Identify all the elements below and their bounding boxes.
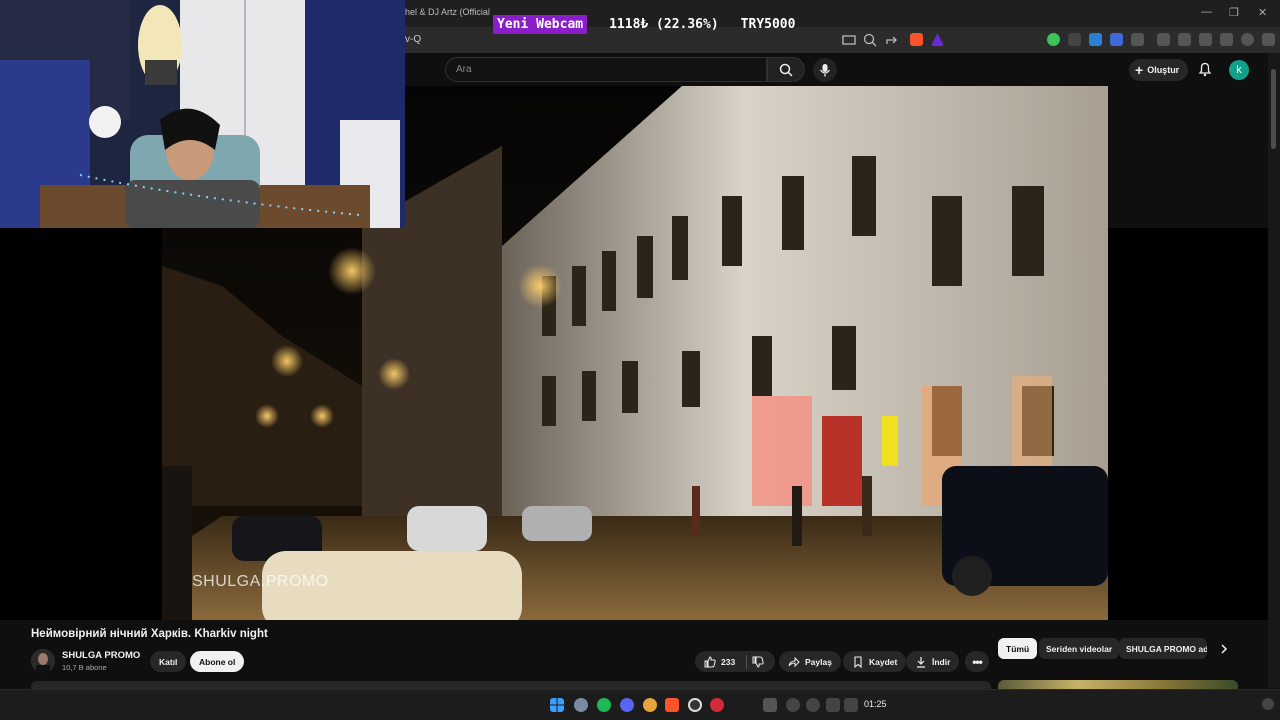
channel-avatar[interactable] [31, 649, 55, 673]
windows-start-icon[interactable] [550, 698, 564, 712]
wallet-icon[interactable] [1199, 33, 1212, 46]
spotify-icon[interactable] [597, 698, 611, 712]
voice-search-button[interactable] [813, 58, 837, 82]
create-label: Oluştur [1147, 65, 1180, 75]
microphone-icon [819, 64, 831, 77]
account-avatar[interactable]: k [1229, 60, 1249, 80]
screen: SHULGA.PROMO hel & DJ Artz (Official — ❐… [0, 0, 1280, 720]
search-button[interactable] [767, 57, 805, 82]
video-title: Неймовірний нічний Харків. Kharkiv night [31, 628, 268, 640]
app-icon[interactable] [710, 698, 724, 712]
search-box[interactable] [445, 57, 767, 82]
share-button[interactable]: Paylaş [779, 651, 841, 672]
subscribe-button[interactable]: Abone ol [190, 651, 245, 672]
like-icon[interactable] [704, 655, 716, 668]
extensions-puzzle-icon[interactable] [1131, 33, 1144, 46]
cast-icon[interactable] [841, 32, 857, 48]
taskbar-clock[interactable]: 01:25 [864, 699, 887, 709]
extension-icon[interactable] [1068, 33, 1081, 46]
overlay-count: 1118₺ (22.36%) [609, 16, 719, 32]
volume-icon[interactable] [844, 698, 858, 712]
download-label: İndir [932, 656, 951, 667]
plus-icon: + [1135, 62, 1144, 78]
download-icon [917, 656, 925, 668]
scrollbar-thumb[interactable] [1271, 69, 1276, 149]
download-button[interactable]: İndir [906, 651, 960, 672]
save-button[interactable]: Kaydet [843, 651, 907, 672]
like-divider [746, 654, 748, 669]
bookmark-icon [854, 655, 862, 668]
channel-name[interactable]: SHULGA PROMO [62, 650, 140, 661]
extension-icon[interactable] [1110, 33, 1123, 46]
save-label: Kaydet [869, 656, 898, 667]
vpn-shield-icon[interactable] [1047, 33, 1060, 46]
discord-icon[interactable] [620, 698, 634, 712]
more-actions-button[interactable]: ••• [965, 651, 989, 672]
address-bar[interactable]: v-Q [405, 34, 421, 45]
description-box[interactable] [31, 681, 991, 689]
zoom-icon[interactable] [862, 32, 878, 48]
windows-taskbar: 01:25 [0, 689, 1280, 720]
share-icon[interactable] [884, 32, 900, 48]
brave-shield-icon[interactable] [910, 33, 923, 46]
overlay-label: Yeni Webcam [493, 14, 588, 34]
create-button[interactable]: + Oluştur [1129, 59, 1189, 81]
maximize-icon[interactable]: ❐ [1229, 6, 1239, 19]
media-icon[interactable] [1157, 33, 1170, 46]
chip-channel[interactable]: SHULGA PROMO adlı [1119, 638, 1207, 659]
brave-vpn-icon[interactable] [1241, 33, 1254, 46]
video-watermark: SHULGA.PROMO [192, 573, 329, 590]
like-count[interactable]: 233 [721, 657, 735, 667]
chip-label: Tümü [1006, 643, 1030, 654]
webcam-feed [0, 0, 405, 228]
stream-overlay: Yeni Webcam 1118₺ (22.36%) TRY5000 [493, 14, 795, 34]
share-label: Paylaş [805, 656, 832, 667]
page-scrollbar[interactable] [1268, 53, 1280, 688]
dislike-icon[interactable] [752, 656, 764, 668]
overlay-goal: TRY5000 [740, 16, 796, 32]
tray-app-icon[interactable] [786, 698, 800, 712]
microphone-tray-icon[interactable] [806, 698, 820, 712]
obs-icon[interactable] [688, 698, 702, 712]
youtube-header: + Oluştur k [405, 53, 1268, 86]
recommended-thumbnail[interactable] [998, 680, 1238, 689]
search-input[interactable] [446, 58, 766, 81]
like-dislike-group: 233 [695, 651, 775, 672]
join-button[interactable]: Katıl [150, 651, 187, 672]
chip-label: Seriden videolar [1046, 643, 1113, 654]
notification-center-icon[interactable] [1262, 698, 1274, 710]
chip-label: SHULGA PROMO adlı [1126, 643, 1207, 654]
sidebar-icon[interactable] [1178, 33, 1191, 46]
notifications-bell-icon[interactable] [1197, 61, 1213, 77]
search-icon [779, 63, 793, 77]
brave-icon[interactable] [665, 698, 679, 712]
chip-all[interactable]: Tümü [998, 638, 1038, 659]
browser-tab-title[interactable]: hel & DJ Artz (Official [405, 7, 490, 17]
chip-series[interactable]: Seriden videolar [1039, 638, 1120, 659]
downloads-icon[interactable] [1220, 33, 1233, 46]
subscribe-label: Abone ol [199, 656, 236, 667]
more-icon: ••• [972, 654, 983, 669]
chevron-right-icon[interactable] [1219, 643, 1229, 655]
close-icon[interactable]: ✕ [1258, 6, 1267, 19]
menu-icon[interactable] [1262, 33, 1275, 46]
channel-subscribers: 10,7 B abone [62, 663, 107, 672]
network-icon[interactable] [826, 698, 840, 712]
share-arrow-icon [788, 656, 800, 667]
webcam-scene [0, 0, 405, 228]
minimize-icon[interactable]: — [1201, 6, 1212, 18]
brave-rewards-icon[interactable] [931, 33, 944, 46]
translate-icon[interactable] [1089, 33, 1102, 46]
join-label: Katıl [159, 656, 178, 667]
app-icon[interactable] [574, 698, 588, 712]
tray-overflow-icon[interactable] [763, 698, 777, 712]
chrome-icon[interactable] [643, 698, 657, 712]
